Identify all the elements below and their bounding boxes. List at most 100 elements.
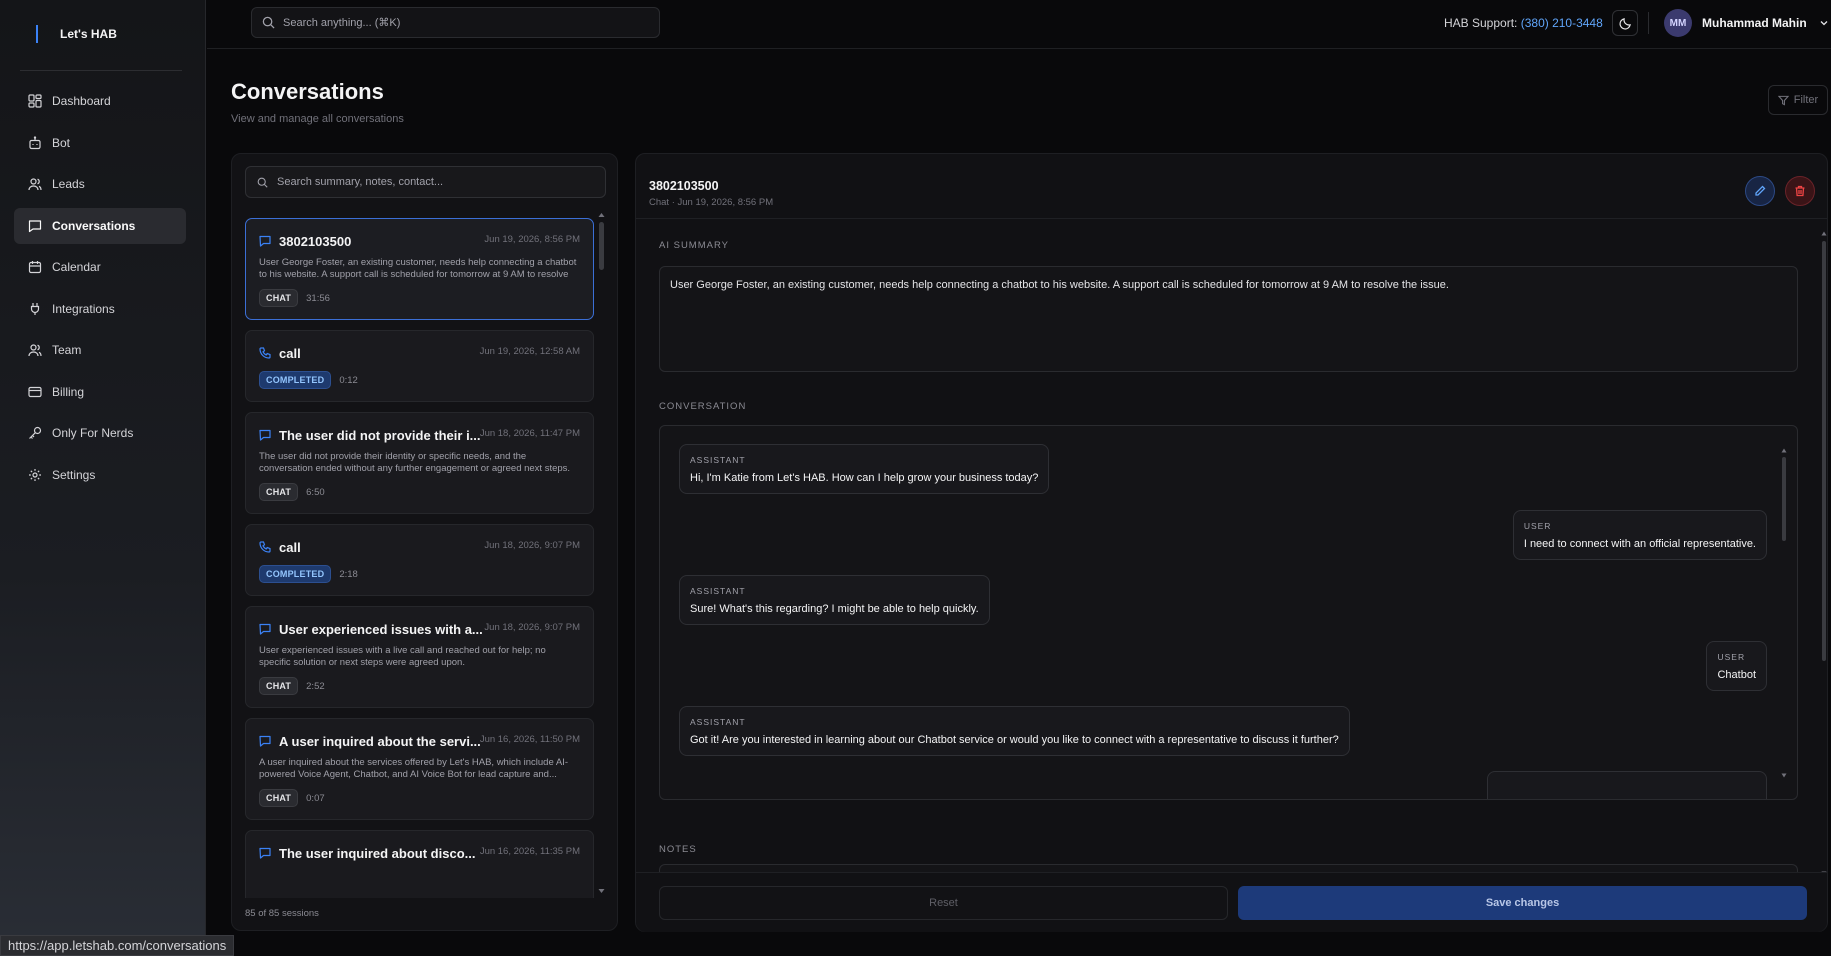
conversation-title: A user inquired about the servi... (279, 733, 481, 749)
sidebar-item-settings[interactable]: Settings (14, 457, 186, 493)
sidebar-item-leads[interactable]: Leads (14, 166, 186, 202)
scroll-up-icon[interactable] (598, 212, 605, 218)
moon-icon (1618, 17, 1631, 30)
conversation-date: Jun 19, 2026, 8:56 PM (484, 234, 580, 245)
sidebar-item-conversations[interactable]: Conversations (14, 207, 186, 244)
global-search-input[interactable] (283, 16, 623, 29)
conversation-summary: User George Foster, an existing customer… (259, 257, 577, 280)
detail-scrollbar-thumb[interactable] (1822, 241, 1826, 661)
conversation-duration: 0:12 (339, 374, 358, 386)
type-badge: CHAT (259, 677, 299, 695)
conversation-date: Jun 16, 2026, 11:35 PM (479, 846, 580, 857)
message-role: USER (1717, 652, 1746, 662)
type-badge: CHAT (259, 483, 299, 501)
sidebar-item-billing[interactable]: Billing (14, 374, 186, 410)
avatar[interactable]: MM (1664, 9, 1692, 37)
sidebar-item-dashboard[interactable]: Dashboard (14, 83, 186, 119)
sidebar-item-calendar[interactable]: Calendar (14, 249, 186, 285)
topbar-divider (1648, 12, 1649, 34)
conversation-list: 3802103500 Jun 19, 2026, 8:56 PM User Ge… (245, 218, 594, 898)
message-role: ASSISTANT (690, 455, 746, 465)
scroll-up-icon[interactable] (1821, 231, 1827, 236)
conversation-date: Jun 18, 2026, 9:07 PM (484, 540, 580, 551)
transcript-scrollbar-thumb[interactable] (1782, 457, 1786, 541)
filter-button[interactable]: Filter (1768, 85, 1828, 115)
detail-footer: Reset Save changes (636, 872, 1827, 932)
conversation-summary: User experienced issues with a live call… (259, 645, 546, 668)
message-text: Sure! What's this regarding? I might be … (690, 603, 979, 615)
sidebar-item-label: Integrations (52, 301, 115, 316)
app-root: Let's HAB Dashboard Bot Leads Conversati… (0, 0, 1831, 956)
assistant-message: ASSISTANT Got it! Are you interested in … (679, 706, 1350, 756)
detail-scrollbar[interactable] (1821, 231, 1827, 876)
chevron-down-icon[interactable] (1819, 18, 1829, 28)
conversation-summary: A user inquired about the services offer… (259, 757, 568, 780)
conversation-item[interactable]: 3802103500 Jun 19, 2026, 8:56 PM User Ge… (245, 218, 594, 320)
sidebar-item-only-for-nerds[interactable]: Only For Nerds (14, 415, 186, 451)
chat-icon (259, 235, 271, 247)
session-count: 85 of 85 sessions (245, 908, 319, 919)
conversation-duration: 31:56 (306, 292, 330, 304)
conversation-item[interactable]: A user inquired about the servi... Jun 1… (245, 718, 594, 820)
edit-button[interactable] (1745, 176, 1775, 206)
sidebar-item-label: Settings (52, 467, 96, 482)
conversation-item[interactable]: User experienced issues with a... Jun 18… (245, 606, 594, 708)
conversation-title: The user inquired about disco... (279, 845, 476, 861)
message-text: Hi, I'm Katie from Let's HAB. How can I … (690, 472, 1039, 484)
scroll-down-icon[interactable] (1781, 773, 1787, 778)
message-text: I need to connect with an official repre… (1523, 538, 1756, 550)
detail-meta: Chat · Jun 19, 2026, 8:56 PM (649, 197, 774, 208)
list-search-input[interactable] (277, 176, 597, 188)
card-icon (28, 385, 42, 399)
conversation-item[interactable]: The user inquired about disco... Jun 16,… (245, 830, 594, 898)
assistant-message: ASSISTANT Sure! What's this regarding? I… (679, 575, 990, 625)
sidebar-item-label: Conversations (52, 218, 136, 233)
reset-button[interactable]: Reset (659, 886, 1228, 920)
detail-header: 3802103500 Chat · Jun 19, 2026, 8:56 PM (636, 154, 1827, 219)
sidebar-item-bot[interactable]: Bot (14, 125, 186, 161)
conversation-item[interactable]: call Jun 18, 2026, 9:07 PM COMPLETED 2:1… (245, 524, 594, 596)
search-icon (257, 177, 268, 188)
brand-accent-bar (36, 25, 38, 43)
user-message: USER Chatbot (1706, 641, 1767, 691)
sidebar-item-integrations[interactable]: Integrations (14, 291, 186, 327)
scroll-down-icon[interactable] (598, 888, 605, 894)
phone-icon (259, 347, 271, 359)
user-name[interactable]: Muhammad Mahin (1702, 16, 1807, 30)
team-icon (28, 343, 42, 357)
sidebar-item-label: Calendar (52, 260, 101, 274)
sidebar-item-team[interactable]: Team (14, 332, 186, 368)
brand-name: Let's HAB (60, 27, 117, 41)
dashboard-icon (28, 94, 42, 108)
scroll-up-icon[interactable] (1781, 448, 1787, 453)
notes-label: NOTES (659, 844, 697, 855)
message-role: USER (1523, 521, 1552, 531)
save-changes-button[interactable]: Save changes (1238, 886, 1807, 920)
gear-icon (28, 468, 42, 482)
conversation-item[interactable]: call Jun 19, 2026, 12:58 AM COMPLETED 0:… (245, 330, 594, 402)
sidebar: Let's HAB Dashboard Bot Leads Conversati… (0, 0, 206, 956)
conversation-title: User experienced issues with a... (279, 621, 483, 637)
ai-summary-textarea[interactable]: User George Foster, an existing customer… (659, 266, 1798, 372)
conversation-detail-panel: 3802103500 Chat · Jun 19, 2026, 8:56 PM … (635, 153, 1828, 932)
conversation-title: The user did not provide their i... (279, 427, 481, 443)
sidebar-item-label: Billing (52, 384, 85, 399)
list-search[interactable] (245, 166, 606, 198)
message-text: Got it! Are you interested in learning a… (690, 734, 1339, 746)
chat-icon (259, 735, 271, 747)
sidebar-item-label: Team (52, 343, 82, 357)
list-scrollbar[interactable] (598, 212, 605, 894)
support-phone-link[interactable]: (380) 210-3448 (1521, 16, 1603, 30)
conversation-label: CONVERSATION (659, 401, 747, 412)
brand[interactable]: Let's HAB (36, 24, 117, 44)
conversation-item[interactable]: The user did not provide their i... Jun … (245, 412, 594, 514)
transcript-scrollbar[interactable] (1781, 448, 1787, 778)
conversation-duration: 6:50 (306, 486, 325, 498)
theme-toggle-button[interactable] (1612, 10, 1638, 36)
global-search[interactable] (251, 7, 660, 38)
list-scrollbar-thumb[interactable] (599, 222, 604, 270)
chat-icon (259, 847, 271, 859)
assistant-message: ASSISTANT Hi, I'm Katie from Let's HAB. … (679, 444, 1050, 494)
delete-button[interactable] (1785, 176, 1815, 206)
conversation-summary: The user did not provide their identity … (259, 451, 571, 474)
